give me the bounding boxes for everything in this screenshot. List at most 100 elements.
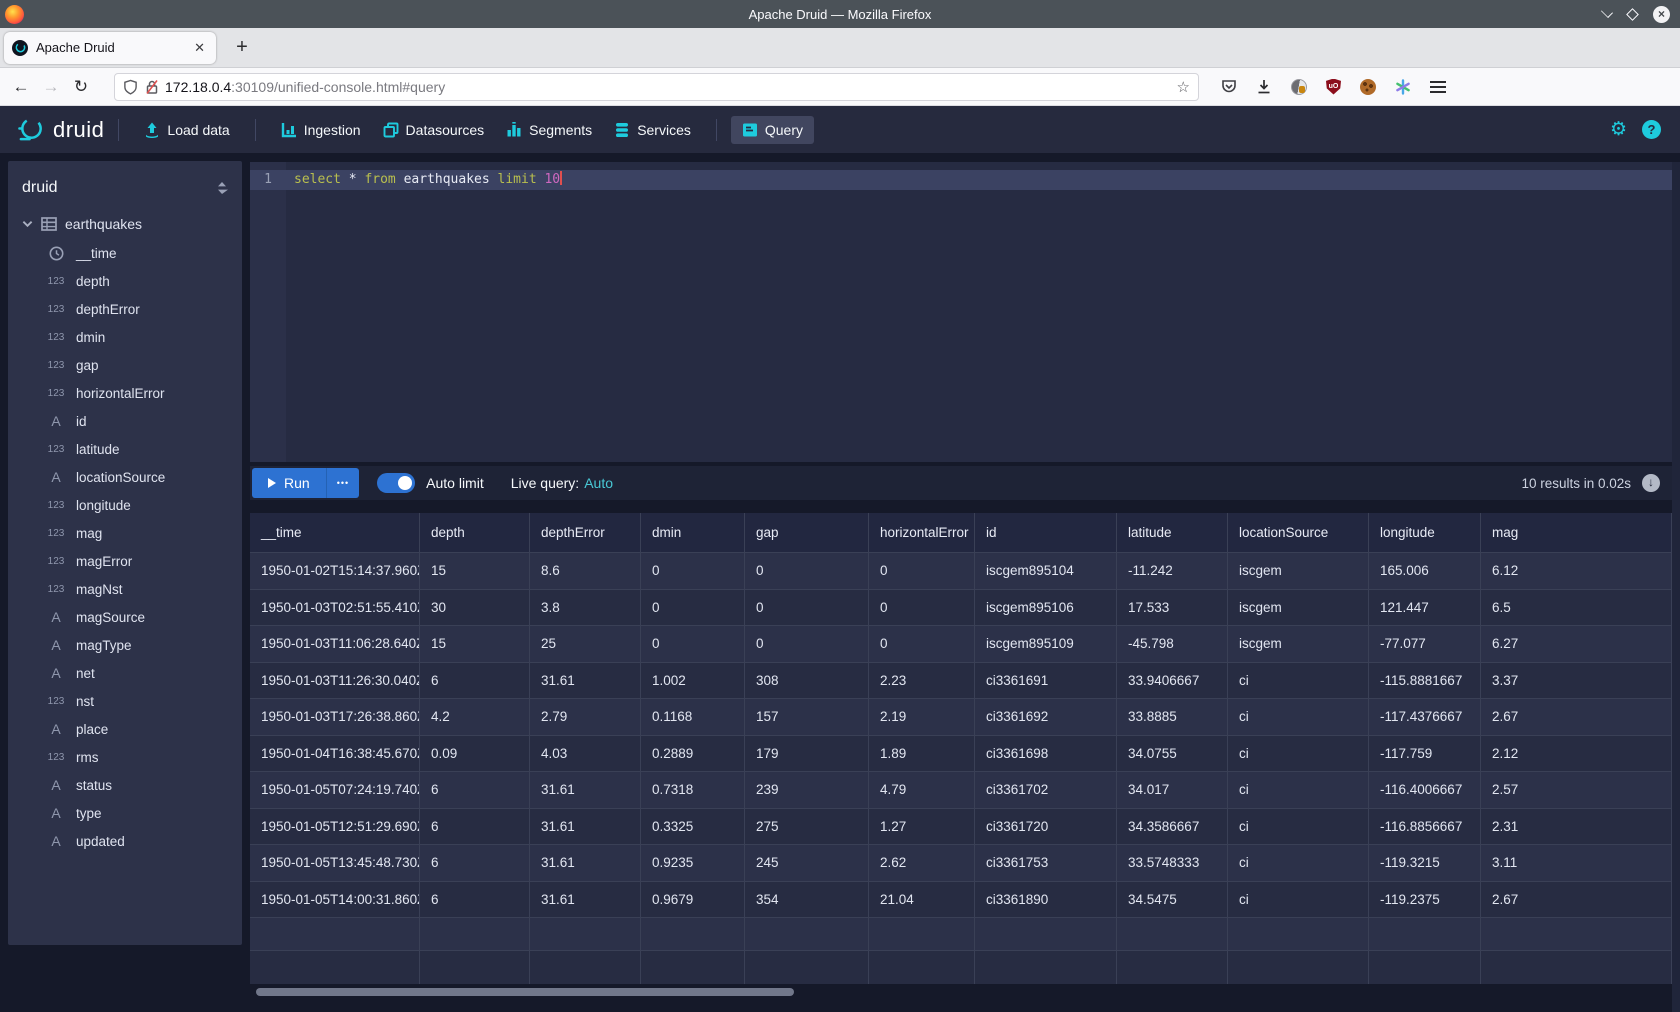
vertical-scrollbar[interactable] [1672, 162, 1680, 1012]
cell[interactable]: 15 [420, 553, 530, 590]
cell[interactable]: 0 [745, 590, 869, 627]
column-header-longitude[interactable]: longitude [1369, 513, 1481, 553]
cell[interactable]: 6 [420, 882, 530, 919]
cell[interactable]: 4.2 [420, 699, 530, 736]
cell[interactable]: 2.62 [869, 845, 975, 882]
chevron-down-icon[interactable] [22, 220, 33, 228]
cell[interactable]: ci [1228, 882, 1369, 919]
cell[interactable]: 165.006 [1369, 553, 1481, 590]
cell[interactable]: ci3361753 [975, 845, 1117, 882]
cell[interactable]: -116.8856667 [1369, 809, 1481, 846]
back-icon[interactable]: ← [6, 77, 36, 97]
cell[interactable]: 1.89 [869, 736, 975, 773]
maximize-icon[interactable] [1626, 8, 1639, 21]
live-query-value[interactable]: Auto [584, 475, 613, 491]
sidebar-column-dmin[interactable]: 123dmin [8, 323, 242, 351]
cell[interactable]: -117.4376667 [1369, 699, 1481, 736]
cell[interactable]: 3.8 [530, 590, 641, 627]
column-header-depth[interactable]: depth [420, 513, 530, 553]
schema-selector[interactable]: druid [8, 161, 242, 209]
sidebar-column-depth[interactable]: 123depth [8, 267, 242, 295]
cell[interactable]: 179 [745, 736, 869, 773]
column-header-gap[interactable]: gap [745, 513, 869, 553]
cell[interactable]: 275 [745, 809, 869, 846]
cell[interactable]: 31.61 [530, 809, 641, 846]
cell[interactable]: 17.533 [1117, 590, 1228, 627]
horizontal-scrollbar-thumb[interactable] [256, 988, 794, 996]
cell[interactable]: 25 [530, 626, 641, 663]
nav-ingestion[interactable]: Ingestion [270, 116, 372, 144]
cell[interactable]: 0.2889 [641, 736, 745, 773]
bookmark-star-icon[interactable]: ☆ [1177, 78, 1190, 96]
run-more-options-button[interactable]: ••• [326, 468, 359, 498]
sidebar-column-updated[interactable]: Aupdated [8, 827, 242, 855]
cell[interactable]: iscgem [1228, 626, 1369, 663]
column-header-dmin[interactable]: dmin [641, 513, 745, 553]
sidebar-column-latitude[interactable]: 123latitude [8, 435, 242, 463]
cell[interactable]: 33.8885 [1117, 699, 1228, 736]
column-header-depthError[interactable]: depthError [530, 513, 641, 553]
cell[interactable]: -116.4006667 [1369, 772, 1481, 809]
cell[interactable]: iscgem [1228, 590, 1369, 627]
nav-services[interactable]: Services [603, 116, 702, 144]
cell[interactable]: -11.242 [1117, 553, 1228, 590]
column-header-__time[interactable]: __time [250, 513, 420, 553]
cell[interactable]: 1950-01-05T07:24:19.740Z [250, 772, 420, 809]
cell[interactable]: iscgem [1228, 553, 1369, 590]
cell[interactable]: -115.8881667 [1369, 663, 1481, 700]
sidebar-column-magSource[interactable]: AmagSource [8, 603, 242, 631]
cell[interactable]: 34.5475 [1117, 882, 1228, 919]
cell[interactable]: 2.67 [1481, 882, 1672, 919]
live-query-control[interactable]: Live query:Auto [511, 475, 613, 491]
reload-icon[interactable]: ↻ [66, 77, 96, 97]
cell[interactable]: 245 [745, 845, 869, 882]
cell[interactable]: 2.19 [869, 699, 975, 736]
cell[interactable]: iscgem895104 [975, 553, 1117, 590]
forward-icon[interactable]: → [36, 77, 66, 97]
cell[interactable]: 34.017 [1117, 772, 1228, 809]
cell[interactable]: ci [1228, 699, 1369, 736]
cell[interactable]: 33.9406667 [1117, 663, 1228, 700]
cell[interactable]: 2.31 [1481, 809, 1672, 846]
cell[interactable]: 1950-01-05T12:51:29.690Z [250, 809, 420, 846]
cell[interactable]: 0 [869, 553, 975, 590]
sql-editor[interactable]: 1 select * from earthquakes limit 10 [250, 162, 1672, 462]
sidebar-column-id[interactable]: Aid [8, 407, 242, 435]
cell[interactable]: ci [1228, 663, 1369, 700]
cell[interactable]: 354 [745, 882, 869, 919]
cell[interactable]: 8.6 [530, 553, 641, 590]
cell[interactable]: 0 [745, 553, 869, 590]
cell[interactable]: 6.12 [1481, 553, 1672, 590]
sidebar-column-place[interactable]: Aplace [8, 715, 242, 743]
url-bar[interactable]: 172.18.0.4:30109/unified-console.html#qu… [114, 73, 1199, 101]
cookie-extension-icon[interactable] [1360, 79, 1376, 95]
sidebar-column-locationSource[interactable]: AlocationSource [8, 463, 242, 491]
cell[interactable]: ci [1228, 736, 1369, 773]
cell[interactable]: 1950-01-02T15:14:37.960Z [250, 553, 420, 590]
cell[interactable]: 6 [420, 663, 530, 700]
nav-query[interactable]: Query [731, 116, 814, 144]
sidebar-column-nst[interactable]: 123nst [8, 687, 242, 715]
cell[interactable]: 2.12 [1481, 736, 1672, 773]
sidebar-table-earthquakes[interactable]: earthquakes [8, 209, 242, 239]
close-window-icon[interactable]: × [1653, 6, 1670, 23]
shield-icon[interactable] [123, 79, 138, 95]
column-header-id[interactable]: id [975, 513, 1117, 553]
nav-load-data[interactable]: Load data [133, 116, 240, 144]
cell[interactable]: 0.09 [420, 736, 530, 773]
extension-icon[interactable] [1291, 79, 1307, 95]
column-header-latitude[interactable]: latitude [1117, 513, 1228, 553]
cell[interactable]: 6 [420, 809, 530, 846]
cell[interactable]: 1950-01-03T11:06:28.640Z [250, 626, 420, 663]
cell[interactable]: 6 [420, 772, 530, 809]
cell[interactable]: ci [1228, 845, 1369, 882]
close-tab-icon[interactable]: ✕ [191, 40, 208, 56]
sidebar-column-__time[interactable]: __time [8, 239, 242, 267]
cell[interactable]: 1950-01-03T17:26:38.860Z [250, 699, 420, 736]
cell[interactable]: ci [1228, 809, 1369, 846]
cell[interactable]: ci3361890 [975, 882, 1117, 919]
cell[interactable]: 2.57 [1481, 772, 1672, 809]
browser-tab[interactable]: Apache Druid ✕ [4, 32, 216, 64]
cell[interactable]: 0.7318 [641, 772, 745, 809]
cell[interactable]: 0 [641, 553, 745, 590]
